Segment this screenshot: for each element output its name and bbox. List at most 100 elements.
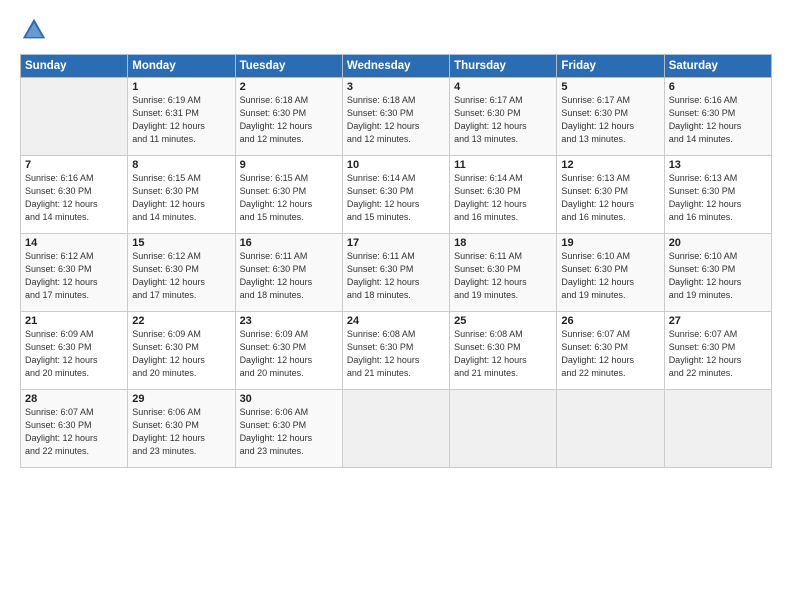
day-number: 20 [669, 237, 767, 249]
day-cell: 20Sunrise: 6:10 AM Sunset: 6:30 PM Dayli… [664, 234, 771, 312]
day-info: Sunrise: 6:07 AM Sunset: 6:30 PM Dayligh… [25, 406, 123, 458]
weekday-header-friday: Friday [557, 55, 664, 78]
day-number: 28 [25, 393, 123, 405]
day-info: Sunrise: 6:09 AM Sunset: 6:30 PM Dayligh… [25, 328, 123, 380]
day-cell: 25Sunrise: 6:08 AM Sunset: 6:30 PM Dayli… [450, 312, 557, 390]
day-cell: 6Sunrise: 6:16 AM Sunset: 6:30 PM Daylig… [664, 78, 771, 156]
day-number: 1 [132, 81, 230, 93]
day-info: Sunrise: 6:11 AM Sunset: 6:30 PM Dayligh… [240, 250, 338, 302]
day-number: 19 [561, 237, 659, 249]
day-cell [342, 390, 449, 468]
day-cell: 1Sunrise: 6:19 AM Sunset: 6:31 PM Daylig… [128, 78, 235, 156]
day-info: Sunrise: 6:11 AM Sunset: 6:30 PM Dayligh… [454, 250, 552, 302]
weekday-header-tuesday: Tuesday [235, 55, 342, 78]
day-number: 3 [347, 81, 445, 93]
weekday-header-row: SundayMondayTuesdayWednesdayThursdayFrid… [21, 55, 772, 78]
day-number: 16 [240, 237, 338, 249]
week-row-5: 28Sunrise: 6:07 AM Sunset: 6:30 PM Dayli… [21, 390, 772, 468]
calendar-page: SundayMondayTuesdayWednesdayThursdayFrid… [0, 0, 792, 612]
day-cell: 15Sunrise: 6:12 AM Sunset: 6:30 PM Dayli… [128, 234, 235, 312]
day-number: 29 [132, 393, 230, 405]
day-info: Sunrise: 6:18 AM Sunset: 6:30 PM Dayligh… [347, 94, 445, 146]
day-info: Sunrise: 6:08 AM Sunset: 6:30 PM Dayligh… [454, 328, 552, 380]
day-cell: 7Sunrise: 6:16 AM Sunset: 6:30 PM Daylig… [21, 156, 128, 234]
week-row-4: 21Sunrise: 6:09 AM Sunset: 6:30 PM Dayli… [21, 312, 772, 390]
day-info: Sunrise: 6:14 AM Sunset: 6:30 PM Dayligh… [347, 172, 445, 224]
day-info: Sunrise: 6:09 AM Sunset: 6:30 PM Dayligh… [132, 328, 230, 380]
day-cell: 22Sunrise: 6:09 AM Sunset: 6:30 PM Dayli… [128, 312, 235, 390]
day-number: 21 [25, 315, 123, 327]
logo [20, 16, 52, 44]
day-cell [664, 390, 771, 468]
weekday-header-thursday: Thursday [450, 55, 557, 78]
day-number: 30 [240, 393, 338, 405]
weekday-header-monday: Monday [128, 55, 235, 78]
day-cell: 11Sunrise: 6:14 AM Sunset: 6:30 PM Dayli… [450, 156, 557, 234]
day-info: Sunrise: 6:13 AM Sunset: 6:30 PM Dayligh… [669, 172, 767, 224]
day-number: 24 [347, 315, 445, 327]
day-number: 13 [669, 159, 767, 171]
day-cell: 30Sunrise: 6:06 AM Sunset: 6:30 PM Dayli… [235, 390, 342, 468]
day-cell: 21Sunrise: 6:09 AM Sunset: 6:30 PM Dayli… [21, 312, 128, 390]
day-info: Sunrise: 6:10 AM Sunset: 6:30 PM Dayligh… [561, 250, 659, 302]
day-cell: 10Sunrise: 6:14 AM Sunset: 6:30 PM Dayli… [342, 156, 449, 234]
day-info: Sunrise: 6:07 AM Sunset: 6:30 PM Dayligh… [669, 328, 767, 380]
day-cell: 17Sunrise: 6:11 AM Sunset: 6:30 PM Dayli… [342, 234, 449, 312]
day-info: Sunrise: 6:11 AM Sunset: 6:30 PM Dayligh… [347, 250, 445, 302]
day-number: 5 [561, 81, 659, 93]
day-number: 15 [132, 237, 230, 249]
day-cell [557, 390, 664, 468]
day-info: Sunrise: 6:14 AM Sunset: 6:30 PM Dayligh… [454, 172, 552, 224]
day-cell: 28Sunrise: 6:07 AM Sunset: 6:30 PM Dayli… [21, 390, 128, 468]
day-number: 10 [347, 159, 445, 171]
day-number: 22 [132, 315, 230, 327]
day-cell: 18Sunrise: 6:11 AM Sunset: 6:30 PM Dayli… [450, 234, 557, 312]
calendar-table: SundayMondayTuesdayWednesdayThursdayFrid… [20, 54, 772, 468]
day-info: Sunrise: 6:09 AM Sunset: 6:30 PM Dayligh… [240, 328, 338, 380]
day-cell: 29Sunrise: 6:06 AM Sunset: 6:30 PM Dayli… [128, 390, 235, 468]
day-info: Sunrise: 6:17 AM Sunset: 6:30 PM Dayligh… [454, 94, 552, 146]
day-info: Sunrise: 6:15 AM Sunset: 6:30 PM Dayligh… [132, 172, 230, 224]
day-info: Sunrise: 6:13 AM Sunset: 6:30 PM Dayligh… [561, 172, 659, 224]
day-cell: 26Sunrise: 6:07 AM Sunset: 6:30 PM Dayli… [557, 312, 664, 390]
day-cell: 23Sunrise: 6:09 AM Sunset: 6:30 PM Dayli… [235, 312, 342, 390]
day-number: 17 [347, 237, 445, 249]
day-number: 26 [561, 315, 659, 327]
day-info: Sunrise: 6:06 AM Sunset: 6:30 PM Dayligh… [132, 406, 230, 458]
weekday-header-saturday: Saturday [664, 55, 771, 78]
day-number: 11 [454, 159, 552, 171]
week-row-1: 1Sunrise: 6:19 AM Sunset: 6:31 PM Daylig… [21, 78, 772, 156]
day-cell: 19Sunrise: 6:10 AM Sunset: 6:30 PM Dayli… [557, 234, 664, 312]
day-number: 18 [454, 237, 552, 249]
day-number: 23 [240, 315, 338, 327]
day-number: 8 [132, 159, 230, 171]
day-cell: 9Sunrise: 6:15 AM Sunset: 6:30 PM Daylig… [235, 156, 342, 234]
day-number: 9 [240, 159, 338, 171]
day-info: Sunrise: 6:12 AM Sunset: 6:30 PM Dayligh… [25, 250, 123, 302]
day-info: Sunrise: 6:08 AM Sunset: 6:30 PM Dayligh… [347, 328, 445, 380]
day-cell: 8Sunrise: 6:15 AM Sunset: 6:30 PM Daylig… [128, 156, 235, 234]
day-info: Sunrise: 6:19 AM Sunset: 6:31 PM Dayligh… [132, 94, 230, 146]
day-number: 14 [25, 237, 123, 249]
weekday-header-sunday: Sunday [21, 55, 128, 78]
day-cell: 12Sunrise: 6:13 AM Sunset: 6:30 PM Dayli… [557, 156, 664, 234]
day-number: 7 [25, 159, 123, 171]
day-info: Sunrise: 6:18 AM Sunset: 6:30 PM Dayligh… [240, 94, 338, 146]
day-info: Sunrise: 6:07 AM Sunset: 6:30 PM Dayligh… [561, 328, 659, 380]
week-row-3: 14Sunrise: 6:12 AM Sunset: 6:30 PM Dayli… [21, 234, 772, 312]
day-info: Sunrise: 6:06 AM Sunset: 6:30 PM Dayligh… [240, 406, 338, 458]
day-number: 12 [561, 159, 659, 171]
weekday-header-wednesday: Wednesday [342, 55, 449, 78]
day-cell: 4Sunrise: 6:17 AM Sunset: 6:30 PM Daylig… [450, 78, 557, 156]
day-info: Sunrise: 6:12 AM Sunset: 6:30 PM Dayligh… [132, 250, 230, 302]
day-cell: 27Sunrise: 6:07 AM Sunset: 6:30 PM Dayli… [664, 312, 771, 390]
day-number: 27 [669, 315, 767, 327]
day-cell: 24Sunrise: 6:08 AM Sunset: 6:30 PM Dayli… [342, 312, 449, 390]
day-number: 25 [454, 315, 552, 327]
day-cell: 5Sunrise: 6:17 AM Sunset: 6:30 PM Daylig… [557, 78, 664, 156]
day-number: 6 [669, 81, 767, 93]
day-info: Sunrise: 6:15 AM Sunset: 6:30 PM Dayligh… [240, 172, 338, 224]
day-cell [21, 78, 128, 156]
week-row-2: 7Sunrise: 6:16 AM Sunset: 6:30 PM Daylig… [21, 156, 772, 234]
header [20, 16, 772, 44]
